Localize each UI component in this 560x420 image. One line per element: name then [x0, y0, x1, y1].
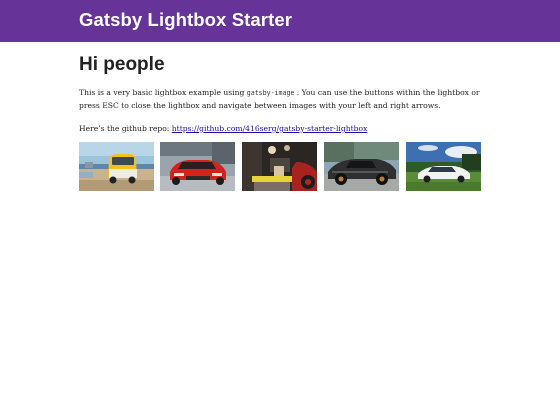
garage-car-interior-photo [242, 142, 317, 191]
black-lamborghini-photo [324, 142, 399, 191]
github-repo-link[interactable]: https://github.com/416serg/gatsby-starte… [172, 124, 368, 133]
gallery-thumb-red-car[interactable] [160, 142, 235, 191]
intro-paragraph: This is a very basic lightbox example us… [79, 87, 481, 111]
gatsby-image-code: gatsby-image [246, 89, 295, 97]
repo-paragraph: Here’s the github repo: https://github.c… [79, 123, 481, 135]
white-tesla-photo [406, 142, 481, 191]
main-content: Hi people This is a very basic lightbox … [79, 42, 481, 135]
gallery-thumb-white-car[interactable] [406, 142, 481, 191]
site-header: Gatsby Lightbox Starter [0, 0, 560, 42]
gallery-thumb-garage[interactable] [242, 142, 317, 191]
image-gallery [79, 142, 481, 191]
site-title-link[interactable]: Gatsby Lightbox Starter [79, 9, 292, 31]
gallery-thumb-yellow-van[interactable] [79, 142, 154, 191]
repo-label: Here’s the github repo: [79, 124, 172, 133]
gallery-thumb-black-car[interactable] [324, 142, 399, 191]
intro-text-start: This is a very basic lightbox example us… [79, 88, 247, 97]
red-sports-car-photo [160, 142, 235, 191]
page-heading: Hi people [79, 54, 165, 75]
yellow-van-photo [79, 142, 154, 191]
